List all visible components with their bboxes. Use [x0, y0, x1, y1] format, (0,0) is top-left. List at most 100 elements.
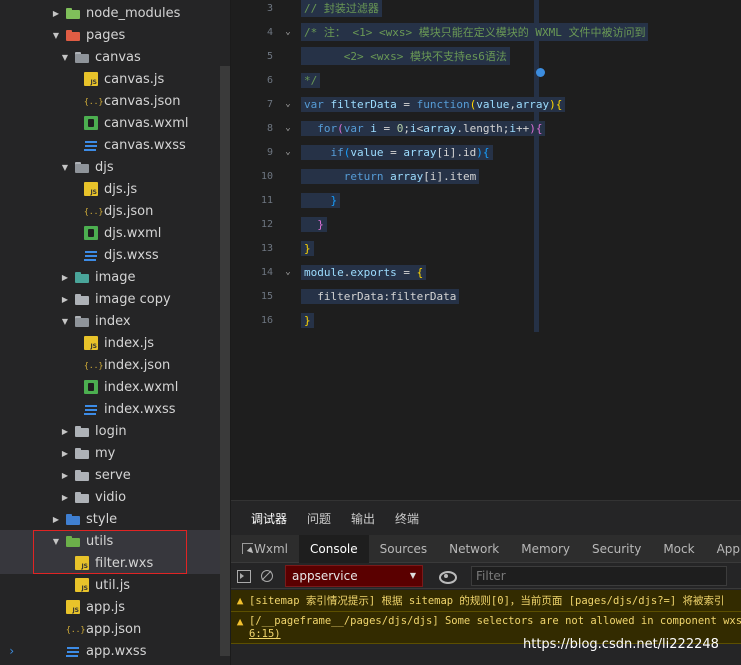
tree-item[interactable]: ▼ index	[0, 310, 230, 332]
code-line: 5 <2> <wxs> 模块不支持es6语法	[231, 44, 741, 68]
tab-security[interactable]: Security	[581, 535, 652, 563]
chevron-right-icon[interactable]: ▶	[59, 273, 71, 282]
js-file-icon	[66, 600, 80, 614]
tree-item[interactable]: index.wxss	[0, 398, 230, 420]
tab-terminal[interactable]: 终端	[395, 510, 419, 527]
tab-sources[interactable]: Sources	[369, 535, 438, 563]
tree-item-label: djs.wxss	[104, 247, 159, 263]
chevron-down-icon[interactable]: ▼	[59, 317, 71, 326]
code-token: {	[555, 97, 563, 111]
code-line: 15 filterData:filterData	[231, 284, 741, 308]
tree-item[interactable]: ▶ vidio	[0, 486, 230, 508]
fold-chevron-icon[interactable]: ⌄	[275, 123, 301, 133]
tree-item[interactable]: ▼ djs	[0, 156, 230, 178]
code-token: [i].id	[436, 145, 477, 159]
code-token: array	[515, 97, 550, 111]
panel-tabs: 调试器 问题 输出 终端	[231, 501, 741, 535]
filter-input[interactable]	[471, 565, 727, 586]
tree-item[interactable]: canvas.js	[0, 68, 230, 90]
fold-chevron-icon[interactable]: ⌄	[275, 147, 301, 157]
sidebar-scrollbar[interactable]	[220, 66, 230, 656]
eye-icon[interactable]	[431, 563, 461, 589]
chevron-right-icon[interactable]: ▶	[59, 427, 71, 436]
chevron-down-icon[interactable]: ▼	[59, 163, 71, 172]
console-prompt[interactable]: ›	[8, 644, 15, 658]
tree-item[interactable]: filter.wxs	[0, 552, 230, 574]
chevron-right-icon[interactable]: ▶	[50, 515, 62, 524]
chevron-right-icon[interactable]: ▶	[50, 9, 62, 18]
tree-item[interactable]: ▶ style	[0, 508, 230, 530]
code-line: 10 return array[i].item	[231, 164, 741, 188]
code-line: 14 ⌄ module.exports = {	[231, 260, 741, 284]
tree-item[interactable]: djs.wxml	[0, 222, 230, 244]
fold-chevron-icon[interactable]: ⌄	[275, 267, 301, 277]
code-text: if(value = array[i].id){	[301, 144, 493, 160]
code-token: ++	[515, 121, 530, 135]
code-token: i	[370, 121, 377, 135]
tree-item[interactable]: canvas.wxml	[0, 112, 230, 134]
fold-chevron-icon[interactable]: ⌄	[275, 27, 301, 37]
tree-item[interactable]: canvas.wxss	[0, 134, 230, 156]
tree-item-label: filter.wxs	[95, 555, 154, 571]
tree-item[interactable]: app.wxss	[0, 640, 230, 662]
tree-item[interactable]: util.js	[0, 574, 230, 596]
chevron-right-icon[interactable]: ▶	[59, 471, 71, 480]
chevron-down-icon[interactable]: ▼	[50, 537, 62, 546]
tree-item[interactable]: ▶ my	[0, 442, 230, 464]
tab-output[interactable]: 输出	[351, 510, 375, 527]
code-token: }	[304, 313, 311, 327]
tree-item[interactable]: ▶ image copy	[0, 288, 230, 310]
tab-network[interactable]: Network	[438, 535, 510, 563]
code-token: ,	[509, 97, 516, 111]
tab-mock[interactable]: Mock	[652, 535, 705, 563]
line-number: 9	[266, 146, 273, 158]
tab-appdata[interactable]: AppData	[706, 535, 741, 563]
tab-console[interactable]: Console	[299, 534, 369, 563]
tree-item[interactable]: index.wxml	[0, 376, 230, 398]
tree-item[interactable]: ▶ node_modules	[0, 2, 230, 24]
chevron-down-icon[interactable]: ▼	[50, 31, 62, 40]
chevron-right-icon[interactable]: ▶	[59, 295, 71, 304]
tree-item[interactable]: ▼ pages	[0, 24, 230, 46]
wxss-file-icon	[66, 644, 80, 658]
tree-item[interactable]: ▶ image	[0, 266, 230, 288]
file-explorer: ▶ node_modules ▼ pages ▼ canvas canvas.js canva…	[0, 0, 231, 665]
code-token: array	[423, 121, 457, 135]
code-token: =	[396, 97, 417, 111]
chevron-right-icon[interactable]: ▶	[59, 493, 71, 502]
code-editor[interactable]: 3// 封装过滤器 4 ⌄/* 注： <1> <wxs> 模块只能在定义模块的 WX…	[231, 0, 741, 500]
chevron-down-icon[interactable]: ▼	[59, 53, 71, 62]
line-number: 16	[260, 314, 273, 326]
tab-debugger[interactable]: 调试器	[251, 510, 287, 527]
tree-item[interactable]: ▶ serve	[0, 464, 230, 486]
folder-utils-icon	[66, 534, 80, 548]
tree-item[interactable]: djs.js	[0, 178, 230, 200]
tree-item-label: canvas.js	[104, 71, 165, 87]
tab-memory[interactable]: Memory	[510, 535, 581, 563]
tree-item[interactable]: ▼ canvas	[0, 46, 230, 68]
tree-item[interactable]: app.json	[0, 618, 230, 640]
tree-item[interactable]: ▼ utils	[0, 530, 230, 552]
tree-item[interactable]: index.json	[0, 354, 230, 376]
code-line: 3 // 封装过滤器	[231, 0, 741, 20]
clear-console-icon[interactable]	[255, 563, 279, 589]
fold-chevron-icon[interactable]: ⌄	[275, 99, 301, 109]
tree-item[interactable]: canvas.json	[0, 90, 230, 112]
code-line: 4 ⌄/* 注： <1> <wxs> 模块只能在定义模块的 WXML 文件中被访问…	[231, 20, 741, 44]
tab-problems[interactable]: 问题	[307, 510, 331, 527]
line-number: 14	[260, 266, 273, 278]
context-select[interactable]: appservice ▼	[285, 564, 423, 587]
lightbulb-icon[interactable]	[536, 68, 545, 77]
sidebar-toggle-icon[interactable]	[231, 563, 255, 589]
console-tabs: Wxml Console Sources Network Memory Secu…	[231, 534, 741, 563]
tree-item[interactable]: djs.wxss	[0, 244, 230, 266]
code-token: )	[476, 145, 483, 159]
chevron-right-icon[interactable]: ▶	[59, 449, 71, 458]
tree-item[interactable]: app.js	[0, 596, 230, 618]
tree-item[interactable]: index.js	[0, 332, 230, 354]
wxml-file-icon	[84, 116, 98, 130]
code-token: =	[383, 145, 404, 159]
tree-item[interactable]: djs.json	[0, 200, 230, 222]
tree-item[interactable]: ▶ login	[0, 420, 230, 442]
